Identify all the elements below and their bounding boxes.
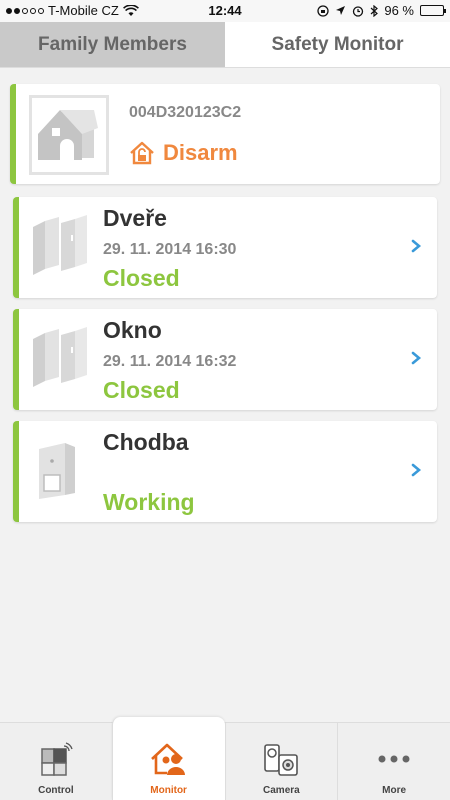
tab-camera[interactable]: Camera	[224, 723, 338, 800]
chevron-right-icon	[411, 239, 422, 253]
sensor-state: Closed	[103, 377, 180, 403]
tab-control[interactable]: Control	[0, 723, 112, 800]
tab-monitor[interactable]: Monitor	[111, 717, 225, 800]
battery-icon	[420, 5, 446, 16]
tab-label: Control	[38, 785, 74, 796]
sensor-name: Okno	[103, 317, 162, 343]
unlocked-house-icon	[130, 141, 154, 165]
motion-sensor-icon	[39, 443, 75, 499]
sensor-state: Working	[103, 489, 195, 515]
top-tabs: Family Members Safety Monitor	[0, 22, 450, 68]
status-bar: T-Mobile CZ 12:44 96 %	[0, 0, 450, 22]
camera-icon	[264, 744, 299, 776]
hub-arm-status[interactable]: Disarm	[129, 140, 238, 166]
sensor-card-hallway[interactable]: Chodba Working	[13, 421, 437, 522]
tab-label: Monitor	[150, 785, 187, 796]
hub-status-label: Disarm	[163, 140, 238, 165]
sensor-name: Dveře	[103, 205, 167, 231]
chevron-right-icon	[411, 463, 422, 477]
location-icon	[336, 6, 346, 15]
sensor-timestamp: 29. 11. 2014 16:30	[103, 241, 237, 258]
tab-safety-monitor[interactable]: Safety Monitor	[225, 22, 450, 67]
sensor-card-window[interactable]: Okno 29. 11. 2014 16:32 Closed	[13, 309, 437, 410]
more-icon	[378, 755, 410, 763]
monitor-icon	[150, 743, 185, 775]
hub-card[interactable]: 004D320123C2 Disarm	[10, 84, 440, 184]
house-icon	[38, 110, 98, 160]
status-right-group: 96 %	[317, 3, 446, 18]
hub-thumbnail	[29, 95, 109, 175]
rotation-lock-icon	[317, 4, 330, 17]
battery-percent: 96 %	[384, 3, 414, 18]
sensor-name: Chodba	[103, 429, 189, 455]
tab-family-members[interactable]: Family Members	[0, 22, 225, 67]
sensor-card-door[interactable]: Dveře 29. 11. 2014 16:30 Closed	[13, 197, 437, 298]
alarm-icon	[353, 5, 364, 17]
tab-label: More	[382, 785, 407, 796]
tab-more[interactable]: More	[337, 723, 450, 800]
chevron-right-icon	[411, 351, 422, 365]
sensor-state: Closed	[103, 265, 180, 291]
window-sensor-icon	[33, 327, 87, 387]
door-sensor-icon	[33, 215, 87, 275]
control-icon	[41, 742, 73, 776]
tab-label: Camera	[263, 785, 300, 796]
bluetooth-icon	[370, 4, 379, 17]
sensor-timestamp: 29. 11. 2014 16:32	[103, 353, 237, 370]
hub-id: 004D320123C2	[129, 104, 242, 121]
bottom-tab-bar: Control Monitor Camera More	[0, 717, 450, 800]
